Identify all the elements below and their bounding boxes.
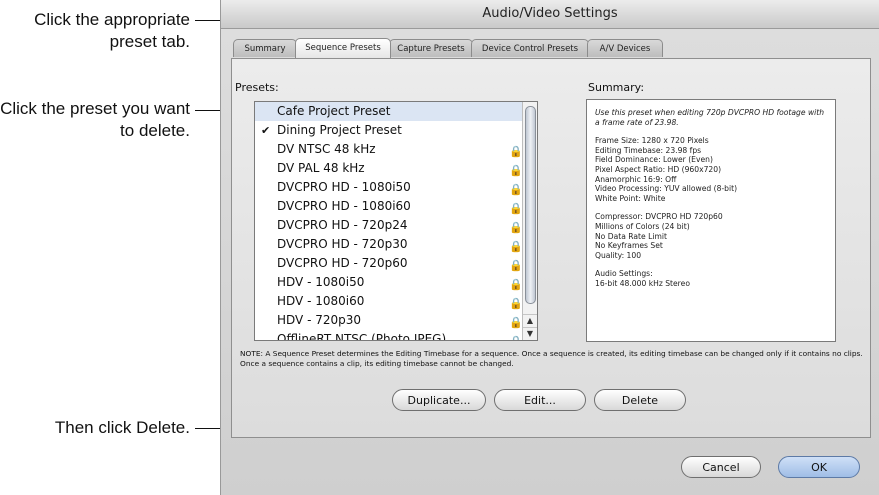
- ok-button[interactable]: OK: [778, 456, 860, 478]
- preset-name: HDV - 1080i50: [277, 275, 365, 289]
- list-item[interactable]: DVCPRO HD - 1080i50 🔒: [255, 178, 523, 197]
- preset-name: Cafe Project Preset: [277, 104, 391, 118]
- list-item[interactable]: ✔ Dining Project Preset: [255, 121, 523, 140]
- summary-intro: Use this preset when editing 720p DVCPRO…: [595, 108, 825, 127]
- tab-sequence-presets[interactable]: Sequence Presets: [295, 38, 391, 58]
- list-item[interactable]: HDV - 720p30 🔒: [255, 311, 523, 330]
- delete-button[interactable]: Delete: [594, 389, 686, 411]
- callout-tab: Click the appropriate preset tab.: [34, 10, 190, 51]
- callout-preset: Click the preset you want to delete.: [0, 99, 190, 140]
- sequence-presets-panel: Presets: Summary: Cafe Project Preset ✔ …: [231, 58, 871, 438]
- scroll-up-arrow-icon[interactable]: ▲: [523, 314, 537, 327]
- summary-video-block: Frame Size: 1280 x 720 Pixels Editing Ti…: [595, 136, 827, 203]
- list-item[interactable]: DVCPRO HD - 720p60 🔒: [255, 254, 523, 273]
- lock-icon: 🔒: [509, 332, 523, 340]
- summary-box: Use this preset when editing 720p DVCPRO…: [586, 99, 836, 342]
- summary-compressor-block: Compressor: DVCPRO HD 720p60 Millions of…: [595, 212, 827, 260]
- summary-line: Editing Timebase: 23.98 fps: [595, 145, 702, 155]
- scrollbar-thumb[interactable]: [525, 106, 536, 304]
- preset-name: HDV - 720p30: [277, 313, 362, 327]
- summary-line: Compressor: DVCPRO HD 720p60: [595, 212, 723, 222]
- summary-line: Anamorphic 16:9: Off: [595, 174, 677, 184]
- list-item[interactable]: Cafe Project Preset: [255, 102, 523, 121]
- preset-name: DV NTSC 48 kHz: [277, 142, 376, 156]
- preset-name: DVCPRO HD - 720p60: [277, 256, 408, 270]
- preset-name: DV PAL 48 kHz: [277, 161, 365, 175]
- window-title: Audio/Video Settings: [221, 0, 879, 29]
- summary-audio-block: Audio Settings: 16-bit 48.000 kHz Stereo: [595, 269, 827, 288]
- preset-name: Dining Project Preset: [277, 123, 402, 137]
- summary-line: 16-bit 48.000 kHz Stereo: [595, 278, 690, 288]
- preset-name: DVCPRO HD - 720p30: [277, 237, 408, 251]
- preset-name: HDV - 1080i60: [277, 294, 365, 308]
- presets-list[interactable]: Cafe Project Preset ✔ Dining Project Pre…: [254, 101, 538, 341]
- summary-line: Audio Settings:: [595, 269, 653, 279]
- scroll-down-arrow-icon[interactable]: ▼: [523, 327, 537, 340]
- cancel-button[interactable]: Cancel: [681, 456, 761, 478]
- summary-line: No Keyframes Set: [595, 241, 663, 251]
- list-item[interactable]: OfflineRT NTSC (Photo JPEG) 🔒: [255, 330, 523, 341]
- summary-line: No Data Rate Limit: [595, 231, 667, 241]
- preset-name: DVCPRO HD - 720p24: [277, 218, 408, 232]
- presets-scrollbar[interactable]: ▲ ▼: [522, 102, 537, 340]
- tab-summary[interactable]: Summary: [233, 39, 297, 57]
- preset-name: DVCPRO HD - 1080i50: [277, 180, 411, 194]
- tab-device-control-presets[interactable]: Device Control Presets: [471, 39, 589, 57]
- list-item[interactable]: DVCPRO HD - 720p24 🔒: [255, 216, 523, 235]
- list-item[interactable]: DV PAL 48 kHz 🔒: [255, 159, 523, 178]
- summary-line: White Point: White: [595, 193, 666, 203]
- summary-line: Video Processing: YUV allowed (8-bit): [595, 184, 738, 194]
- presets-label: Presets:: [235, 81, 279, 94]
- list-item[interactable]: HDV - 1080i50 🔒: [255, 273, 523, 292]
- checkmark-icon: ✔: [261, 124, 271, 137]
- edit-button[interactable]: Edit...: [494, 389, 586, 411]
- tab-av-devices[interactable]: A/V Devices: [587, 39, 663, 57]
- summary-line: Pixel Aspect Ratio: HD (960x720): [595, 164, 722, 174]
- summary-line: Quality: 100: [595, 250, 642, 260]
- summary-line: Field Dominance: Lower (Even): [595, 155, 713, 165]
- preset-name: OfflineRT NTSC (Photo JPEG): [277, 332, 447, 341]
- list-item[interactable]: HDV - 1080i60 🔒: [255, 292, 523, 311]
- summary-line: Millions of Colors (24 bit): [595, 221, 690, 231]
- summary-line: Frame Size: 1280 x 720 Pixels: [595, 136, 709, 146]
- preset-name: DVCPRO HD - 1080i60: [277, 199, 411, 213]
- settings-window: Audio/Video Settings Summary Sequence Pr…: [220, 0, 879, 495]
- callout-delete: Then click Delete.: [54, 418, 190, 437]
- list-item[interactable]: DVCPRO HD - 720p30 🔒: [255, 235, 523, 254]
- list-item[interactable]: DV NTSC 48 kHz 🔒: [255, 140, 523, 159]
- summary-label: Summary:: [588, 81, 645, 94]
- tab-capture-presets[interactable]: Capture Presets: [389, 39, 473, 57]
- timebase-note: NOTE: A Sequence Preset determines the E…: [240, 349, 863, 368]
- list-item[interactable]: DVCPRO HD - 1080i60 🔒: [255, 197, 523, 216]
- duplicate-button[interactable]: Duplicate...: [392, 389, 486, 411]
